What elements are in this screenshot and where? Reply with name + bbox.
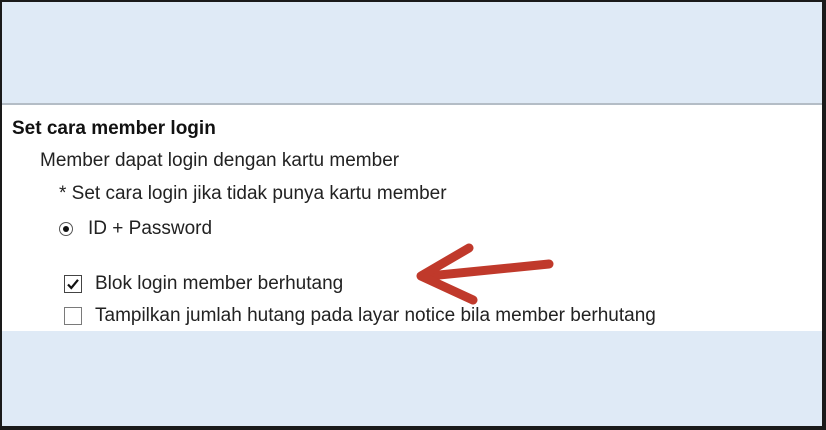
checkbox-row-show-debt[interactable]: Tampilkan jumlah hutang pada layar notic… [64, 304, 656, 328]
radio-selected-dot [63, 226, 69, 232]
bottom-empty-area [2, 331, 822, 426]
checkmark-icon [67, 279, 79, 290]
login-option-text: Member dapat login dengan kartu member [40, 150, 400, 171]
checkbox-label-block-debtor: Blok login member berhutang [95, 273, 344, 294]
red-arrow-annotation [416, 243, 554, 305]
radio-label: ID + Password [88, 218, 213, 239]
checkbox-label-show-debt: Tampilkan jumlah hutang pada layar notic… [95, 305, 656, 326]
radio-id-password[interactable]: ID + Password [59, 217, 212, 241]
section-title: Set cara member login [12, 118, 216, 139]
radio-button[interactable] [59, 222, 73, 236]
checkbox-show-debt[interactable] [64, 307, 82, 325]
top-empty-area [2, 2, 822, 103]
checkbox-row-block-debtor[interactable]: Blok login member berhutang [64, 272, 343, 296]
login-note: * Set cara login jika tidak punya kartu … [59, 183, 447, 204]
screenshot-frame: Set cara member login Member dapat login… [0, 0, 826, 430]
checkbox-block-debtor[interactable] [64, 275, 82, 293]
